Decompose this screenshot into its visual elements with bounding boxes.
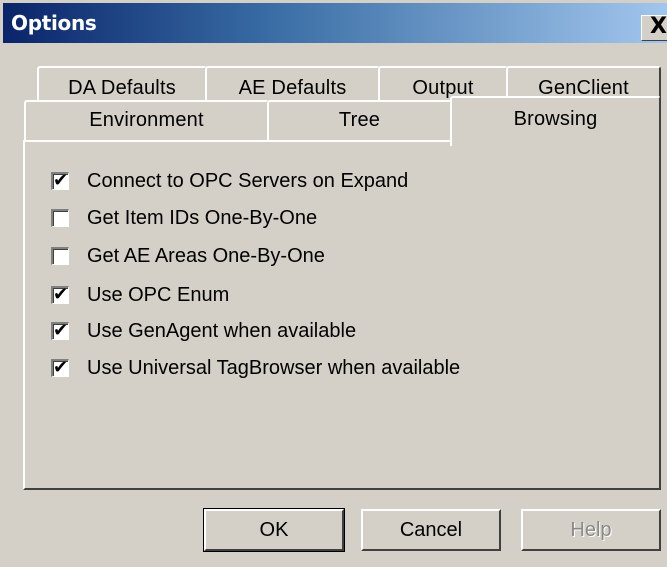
help-button[interactable]: Help	[521, 509, 661, 551]
option-get-item-ids[interactable]: Get Item IDs One-By-One	[51, 205, 317, 231]
checkbox[interactable]	[51, 209, 69, 227]
options-dialog: Options X DA Defaults AE Defaults Output…	[0, 0, 667, 567]
checkbox[interactable]: ✔	[51, 357, 69, 378]
option-label: Get AE Areas One-By-One	[87, 244, 325, 267]
ok-button[interactable]: OK	[203, 508, 345, 552]
check-icon: ✔	[53, 320, 69, 341]
check-icon: ✔	[53, 284, 69, 305]
window-title: Options	[11, 11, 97, 35]
close-button[interactable]: X	[641, 14, 667, 41]
check-icon: ✔	[53, 357, 69, 378]
option-label: Use Universal TagBrowser when available	[87, 356, 461, 379]
checkbox[interactable]	[51, 247, 69, 265]
checkbox[interactable]: ✔	[51, 170, 69, 191]
option-use-opc-enum[interactable]: ✔ Use OPC Enum	[51, 282, 229, 308]
option-label: Connect to OPC Servers on Expand	[87, 169, 409, 192]
browsing-panel: ✔ Connect to OPC Servers on Expand Get I…	[23, 140, 661, 490]
tab-browsing[interactable]: Browsing	[450, 96, 661, 146]
option-label: Get Item IDs One-By-One	[87, 206, 318, 229]
tab-label: Tree	[338, 109, 381, 131]
option-connect-on-expand[interactable]: ✔ Connect to OPC Servers on Expand	[51, 168, 408, 194]
tab-label: Environment	[89, 109, 204, 131]
option-use-genagent[interactable]: ✔ Use GenAgent when available	[51, 318, 356, 344]
checkbox[interactable]: ✔	[51, 320, 69, 341]
checkbox[interactable]: ✔	[51, 284, 69, 305]
cancel-button[interactable]: Cancel	[361, 509, 501, 551]
tab-tree[interactable]: Tree	[267, 100, 452, 140]
tab-environment[interactable]: Environment	[24, 100, 269, 140]
title-bar[interactable]: Options X	[3, 3, 667, 43]
option-use-universal-tagbrowser[interactable]: ✔ Use Universal TagBrowser when availabl…	[51, 355, 460, 381]
option-label: Use GenAgent when available	[87, 319, 357, 342]
tab-label: Browsing	[513, 108, 598, 130]
close-icon: X	[650, 14, 667, 39]
check-icon: ✔	[53, 170, 69, 191]
option-label: Use OPC Enum	[87, 283, 230, 306]
option-get-ae-areas[interactable]: Get AE Areas One-By-One	[51, 243, 325, 269]
